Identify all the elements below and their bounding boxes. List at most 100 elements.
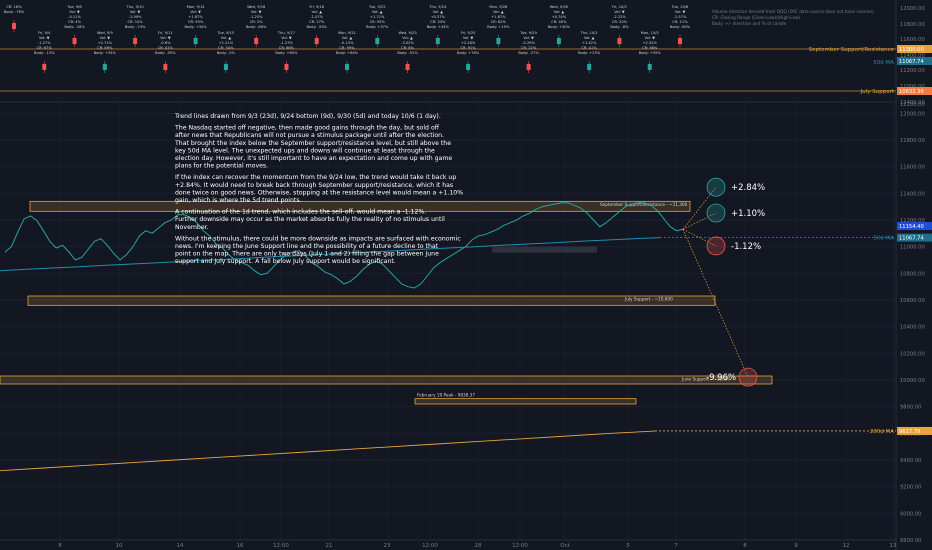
daily-stat-line: +1.71% xyxy=(370,15,385,19)
daily-stat-line: CR: 41% xyxy=(158,46,174,50)
daily-stat-line: -0.13% xyxy=(341,41,354,45)
x-tick-label: 8 xyxy=(58,543,62,549)
mini-candle-body xyxy=(163,64,168,70)
daily-stat-line: Body: -76% xyxy=(4,10,25,14)
daily-stat-line: Body: -60% xyxy=(670,25,691,29)
annotation-line: gain, which is where the 5d trend points… xyxy=(175,197,302,204)
daily-stat-line: +2.71% xyxy=(98,41,113,45)
chart-canvas: September Support/Resistance 50d MA July S… xyxy=(0,0,932,550)
daily-stat-line: CR: 93% xyxy=(370,20,386,24)
daily-stat-line: Mon, 10/5 xyxy=(641,31,659,35)
annotation-line: support and July support. A fall below J… xyxy=(175,258,396,265)
y-tick-label: 9000.00 xyxy=(900,511,921,517)
annotation-line: key 50d MA level. The unexpected ups and… xyxy=(175,147,435,154)
daily-stat-line: Body: -27% xyxy=(518,51,539,55)
daily-stat-line: Body: +19% xyxy=(487,25,510,29)
y-tick-label: 10200.00 xyxy=(900,351,925,357)
y-tick-label: 8800.00 xyxy=(900,538,921,544)
daily-stat-line: Vol: ▼ xyxy=(69,10,80,14)
mini-candle-body xyxy=(617,38,622,44)
gap-box xyxy=(492,246,597,253)
daily-stat-line: Vol: ▼ xyxy=(644,36,655,40)
projection-label: -9.96% xyxy=(706,373,736,383)
y-tick-label: 12200.00 xyxy=(900,102,925,108)
daily-stat-line: Mon, 9/28 xyxy=(489,5,508,9)
top-50d-ma-label: 50d MA xyxy=(873,60,894,66)
y-tick-label: 9800.00 xyxy=(900,405,921,411)
y-tick-label: 11000.00 xyxy=(900,245,925,251)
daily-stat-line: Body: +40% xyxy=(548,25,571,29)
daily-stat-line: Mon, 9/21 xyxy=(338,31,356,35)
mini-candle-body xyxy=(133,38,138,44)
daily-stat-line: Fri, 9/4 xyxy=(38,31,51,35)
ma50-label: 50d MA xyxy=(873,236,894,242)
x-tick-label: 9 xyxy=(794,543,798,549)
annotation-line: plans for the potential moves. xyxy=(175,163,268,170)
daily-stat-line: CR: 98% xyxy=(642,46,658,50)
y-tick-label: 11600.00 xyxy=(900,165,925,171)
mini-candle-body xyxy=(12,23,16,29)
mini-candle-body xyxy=(345,64,349,70)
mini-candle-body xyxy=(375,38,380,44)
projection-circle xyxy=(738,367,758,387)
x-tick-label: 14 xyxy=(177,543,184,549)
daily-stat-line: Vol: ▼ xyxy=(160,36,171,40)
header-note: Volume direction derived from QQQ (IXIC … xyxy=(712,9,875,14)
daily-stat-line: -1.99% xyxy=(129,15,142,19)
daily-stat-line: Wed, 9/9 xyxy=(97,31,114,35)
daily-stat-line: Vol: ▲ xyxy=(493,10,504,14)
daily-stat-line: Vol: ▲ xyxy=(402,36,413,40)
annotation-text: Trend lines drawn from 9/3 (23d), 9/24 b… xyxy=(174,113,463,265)
daily-stat-line: Tue, 9/29 xyxy=(519,31,537,35)
daily-stat-line: Wed, 9/16 xyxy=(247,5,266,9)
y-tick-label: 12000.00 xyxy=(900,111,925,117)
daily-stat-line: Body: -55% xyxy=(155,51,176,55)
mini-candle-body xyxy=(496,38,501,44)
mini-candle-body xyxy=(193,38,198,44)
daily-stat-line: -1.27% xyxy=(280,41,293,45)
daily-stat-line: +1.42% xyxy=(582,41,597,45)
annotation-line: +2.84%. It would need to break back thro… xyxy=(175,182,453,189)
daily-stat-line: Vol: ▲ xyxy=(311,10,322,14)
daily-stat-line: Vol: ▼ xyxy=(251,10,262,14)
daily-stat-line: CR: 2% xyxy=(250,20,264,24)
mini-candle-body xyxy=(678,38,682,44)
daily-stat-line: CR: 91% xyxy=(460,46,476,50)
daily-stat-line: Vol: ▼ xyxy=(130,10,141,14)
daily-stat-line: Vol: ▲ xyxy=(433,10,444,14)
daily-stat-line: Body: -86% xyxy=(246,25,267,29)
zone-label: July Support - ~10,600 xyxy=(624,297,673,302)
price-tag-label: 9617.79 xyxy=(899,429,920,435)
daily-stat-line: Vol: ▲ xyxy=(584,36,595,40)
top-panel-tick-label: 11800.00 xyxy=(900,22,925,28)
daily-stat-line: +0.74% xyxy=(552,15,567,19)
mini-candle-body xyxy=(102,64,107,70)
price-tag-label: 11067.74 xyxy=(899,236,924,242)
zone-rect xyxy=(27,295,716,306)
daily-stat-line: Fri, 9/11 xyxy=(158,31,173,35)
daily-stat-line: Body: -74% xyxy=(125,25,146,29)
daily-stat-line: Body: +64% xyxy=(336,51,359,55)
mini-candle-body xyxy=(223,64,228,70)
daily-stat-line: Tue, 9/8 xyxy=(66,5,82,9)
daily-stat-line: CR: 20% xyxy=(612,20,628,24)
daily-stat-line: Body: +95% xyxy=(639,51,662,55)
daily-stat-line: Body: +23% xyxy=(578,51,601,55)
x-tick-label: 12 xyxy=(843,543,850,549)
header-note: Body: +/- direction and % of candle xyxy=(712,21,787,26)
projection-circle xyxy=(706,177,726,197)
mini-candle-body xyxy=(647,64,652,70)
daily-stat-line: Vol: ▼ xyxy=(523,36,534,40)
daily-stat-line: Vol: ▼ xyxy=(100,36,111,40)
daily-stat-line: -1.57% xyxy=(674,15,687,19)
daily-stat-line: Tue, 9/15 xyxy=(217,31,235,35)
projection-label: +2.84% xyxy=(731,183,765,193)
daily-stat-line: -2.22% xyxy=(613,15,626,19)
annotation-line: after news that Republicans will not pur… xyxy=(175,132,444,139)
daily-stat-line: Wed, 9/23 xyxy=(398,31,416,35)
daily-stat-line: Body: -13% xyxy=(34,51,55,55)
zone-rect xyxy=(0,375,773,385)
projection-label: +1.10% xyxy=(731,209,765,219)
daily-stat-line: Body: -18% xyxy=(64,25,85,29)
daily-stat-line: +1.21% xyxy=(219,41,234,45)
